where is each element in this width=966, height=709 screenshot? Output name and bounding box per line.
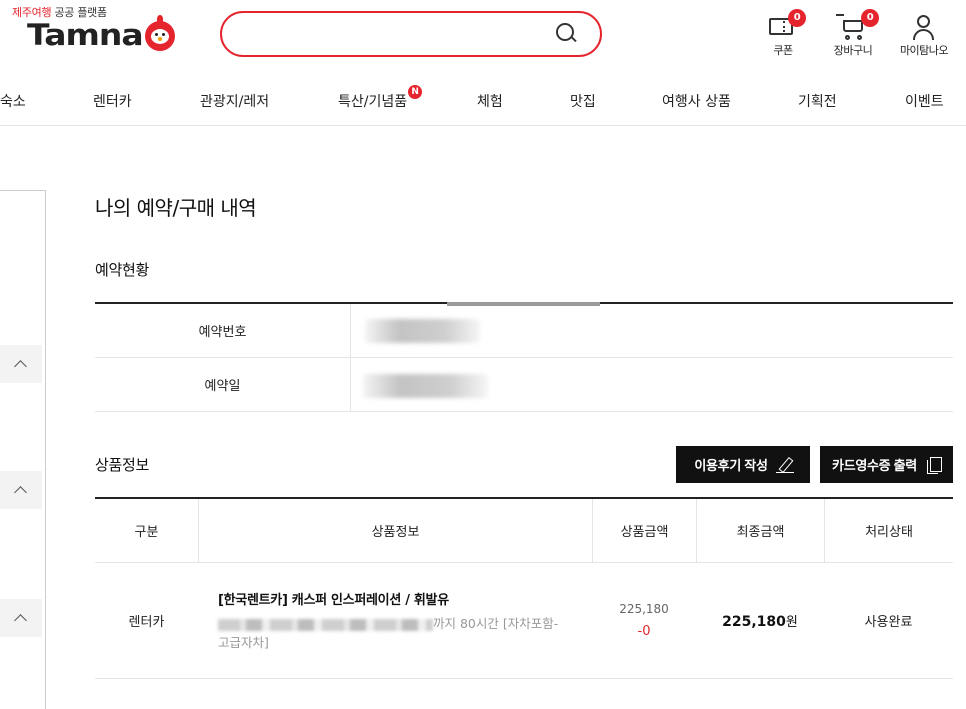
main-nav: 숙소 렌터카 관광지/레저 특산/기념품 N 체험 맛집 여행사 상품 기획전 … (0, 75, 966, 126)
row-final-price: 225,180원 (696, 563, 824, 678)
nav-item-rentcar[interactable]: 렌터카 (93, 91, 132, 111)
search-icon[interactable] (556, 23, 578, 45)
chevron-up-icon (13, 360, 27, 373)
cart-icon: 0 (830, 9, 879, 42)
redacted-value (365, 319, 480, 343)
row-price: 225,180 -0 (592, 563, 696, 678)
new-badge: N (408, 85, 423, 99)
header: 제주여행 공공 플랫폼 Tamna 0 쿠폰 0 장바구니 마이탐나오 (0, 0, 966, 75)
reservation-date-label: 예약일 (204, 379, 241, 394)
redacted-value (363, 374, 488, 398)
row-category: 렌터카 (128, 615, 165, 630)
reservation-number-row: 예약번호 (95, 304, 953, 358)
reservation-number-label: 예약번호 (198, 325, 247, 340)
logo[interactable]: Tamna (27, 14, 175, 54)
print-receipt-label: 카드영수증 출력 (832, 458, 917, 473)
reservation-date-row: 예약일 (95, 358, 953, 412)
product-table: 구분 상품정보 상품금액 최종금액 처리상태 렌터카 [한국렌트카] 캐스퍼 인… (95, 497, 953, 679)
search-input[interactable] (222, 13, 556, 55)
cart-button[interactable]: 0 장바구니 (830, 9, 879, 58)
table-row: 렌터카 [한국렌트카] 캐스퍼 인스퍼레이션 / 휘발유 까지 80시간 [자차… (95, 563, 953, 679)
coupon-button[interactable]: 0 쿠폰 (765, 9, 806, 58)
reservation-section-title: 예약현황 (95, 261, 150, 279)
print-receipt-button[interactable]: 카드영수증 출력 (820, 446, 953, 483)
page-title: 나의 예약/구매 내역 (95, 196, 257, 220)
chevron-up-icon (13, 614, 27, 627)
row-product-info: [한국렌트카] 캐스퍼 인스퍼레이션 / 휘발유 까지 80시간 [자차포함-고… (198, 563, 592, 678)
mypage-label: 마이탐나오 (899, 44, 949, 57)
row-status: 사용완료 (864, 615, 913, 630)
col-header-final-price: 최종금액 (696, 499, 824, 562)
product-name[interactable]: [한국렌트카] 캐스퍼 인스퍼레이션 / 휘발유 (218, 589, 449, 608)
nav-item-souvenir-label: 특산/기념품 (338, 94, 408, 110)
price-final: 225,180 (722, 614, 786, 630)
nav-item-special[interactable]: 기획전 (798, 91, 837, 111)
nav-item-souvenir[interactable]: 특산/기념품 N (338, 85, 423, 111)
mypage-button[interactable]: 마이탐나오 (895, 12, 953, 58)
col-header-product: 상품정보 (198, 499, 592, 562)
price-unit: 원 (785, 615, 798, 630)
mypage-sidebar (0, 190, 46, 709)
pen-icon (775, 458, 794, 473)
coupon-count-badge: 0 (788, 9, 806, 27)
sidebar-collapse-toggle[interactable] (0, 345, 42, 383)
reservation-number-value (350, 304, 953, 357)
col-header-status: 처리상태 (824, 499, 953, 562)
table-header: 구분 상품정보 상품금액 최종금액 처리상태 (95, 499, 953, 563)
nav-item-restaurant[interactable]: 맛집 (570, 91, 596, 111)
chevron-up-icon (13, 486, 27, 499)
product-description: 까지 80시간 [자차포함-고급자차] (218, 614, 568, 652)
cart-count-badge: 0 (861, 9, 879, 27)
reservation-date-value (350, 358, 953, 411)
sidebar-collapse-toggle[interactable] (0, 471, 42, 509)
cart-label: 장바구니 (833, 44, 873, 57)
search-bar (220, 11, 602, 57)
col-header-price: 상품금액 (592, 499, 696, 562)
write-review-button[interactable]: 이용후기 작성 (676, 446, 810, 483)
redacted-value (218, 618, 433, 631)
price-discount: -0 (637, 624, 651, 639)
reservation-info-table: 예약번호 예약일 (95, 302, 953, 412)
product-section-title: 상품정보 (95, 456, 150, 474)
write-review-label: 이용후기 작성 (694, 458, 768, 473)
coupon-label: 쿠폰 (773, 44, 793, 57)
nav-item-experience[interactable]: 체험 (477, 91, 503, 111)
nav-item-event[interactable]: 이벤트 (905, 91, 944, 111)
copy-icon (926, 456, 942, 474)
user-icon (895, 12, 953, 42)
price-original: 225,180 (619, 602, 669, 616)
logo-text: Tamna (27, 16, 144, 52)
col-header-category: 구분 (134, 525, 159, 540)
nav-item-tour[interactable]: 관광지/레저 (200, 91, 269, 111)
mascot-icon (144, 15, 175, 51)
sidebar-collapse-toggle[interactable] (0, 599, 42, 637)
nav-item-travel-agency[interactable]: 여행사 상품 (662, 91, 731, 111)
nav-item-lodging[interactable]: 숙소 (0, 91, 26, 111)
coupon-icon: 0 (765, 9, 806, 42)
